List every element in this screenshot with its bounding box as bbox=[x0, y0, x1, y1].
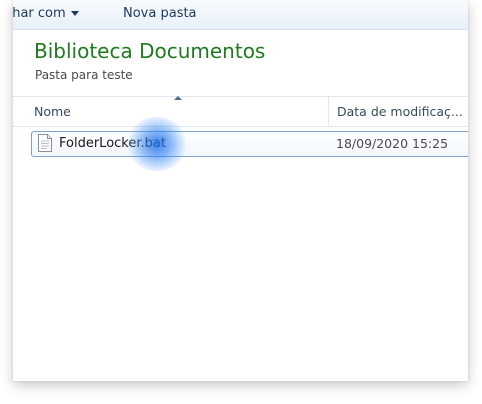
command-bar: ilhar com Nova pasta bbox=[13, 0, 468, 30]
file-date-modified: 18/09/2020 15:25 bbox=[336, 136, 449, 151]
share-with-label: ilhar com bbox=[13, 6, 66, 21]
file-row[interactable]: FolderLocker.bat 18/09/2020 15:25 bbox=[31, 131, 468, 157]
column-header-row: Nome Data de modificaç... bbox=[13, 96, 468, 127]
share-with-menu-button[interactable]: ilhar com bbox=[13, 6, 79, 21]
column-header-date-modified[interactable]: Data de modificaç... bbox=[337, 104, 463, 119]
document-icon bbox=[38, 134, 52, 152]
library-subtitle: Pasta para teste bbox=[35, 68, 133, 82]
sort-ascending-icon bbox=[174, 96, 182, 100]
file-name: FolderLocker.bat bbox=[59, 136, 166, 151]
explorer-window: ilhar com Nova pasta Biblioteca Document… bbox=[13, 0, 468, 381]
chevron-down-icon bbox=[70, 11, 79, 16]
library-title: Biblioteca Documentos bbox=[34, 39, 266, 63]
column-header-name[interactable]: Nome bbox=[34, 104, 71, 119]
new-folder-button[interactable]: Nova pasta bbox=[123, 6, 197, 21]
column-divider[interactable] bbox=[328, 97, 329, 126]
